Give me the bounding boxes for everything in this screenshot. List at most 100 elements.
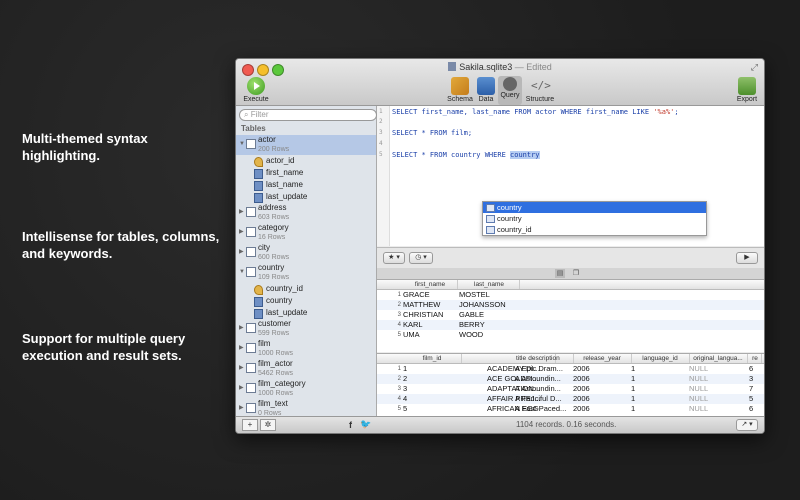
sidebar-table-item[interactable]: ▶ film_actor 5462 Rows xyxy=(236,359,376,379)
table-cell[interactable]: 3 xyxy=(749,374,761,384)
table-cell[interactable]: 1 xyxy=(631,364,689,374)
table-row[interactable]: 3 CHRISTIAN GABLE xyxy=(377,310,764,320)
schema-button[interactable]: Schema xyxy=(447,77,473,103)
table-cell[interactable]: NULL xyxy=(689,364,747,374)
disclosure-down-icon[interactable]: ▼ xyxy=(239,266,245,278)
column-header[interactable]: last_name xyxy=(459,280,520,289)
disclosure-right-icon[interactable]: ▶ xyxy=(239,362,244,374)
table-row[interactable]: 4 KARL BERRY xyxy=(377,320,764,330)
favorites-menu-button[interactable]: ★ ▾ xyxy=(383,252,405,264)
table-cell[interactable]: 5 xyxy=(403,404,461,414)
table-cell[interactable]: 2006 xyxy=(573,404,631,414)
table-cell[interactable]: 2006 xyxy=(573,364,631,374)
sql-editor[interactable]: 1 2 3 4 5 SELECT first_name, last_name F… xyxy=(377,106,764,246)
column-header[interactable]: original_langua... xyxy=(689,354,748,363)
table-cell[interactable]: MATTHEW xyxy=(403,300,457,310)
table-cell[interactable]: 1 xyxy=(631,394,689,404)
table-cell[interactable]: A Epic Dram... xyxy=(515,364,573,374)
autocomplete-item[interactable]: country xyxy=(483,213,706,224)
table-cell[interactable]: 5 xyxy=(749,394,761,404)
share-button[interactable]: ↗ ▾ xyxy=(736,419,758,431)
history-menu-button[interactable]: ◷ ▾ xyxy=(409,252,433,264)
sidebar-table-item[interactable]: ▶ address 603 Rows xyxy=(236,203,376,223)
sidebar-table-item[interactable]: ▶ film_category 1000 Rows xyxy=(236,379,376,399)
disclosure-right-icon[interactable]: ▶ xyxy=(239,322,244,334)
sidebar-column-item[interactable]: country xyxy=(236,295,376,307)
facebook-icon[interactable]: f xyxy=(349,420,352,430)
table-cell[interactable]: UMA xyxy=(403,330,457,340)
sidebar-column-item[interactable]: first_name xyxy=(236,167,376,179)
sidebar-table-item[interactable]: ▶ film 1000 Rows xyxy=(236,339,376,359)
sidebar-table-item[interactable]: ▶ customer 599 Rows xyxy=(236,319,376,339)
table-cell[interactable]: NULL xyxy=(689,374,747,384)
column-header[interactable]: description xyxy=(515,354,574,363)
table-cell[interactable]: MOSTEL xyxy=(459,290,519,300)
fullscreen-icon[interactable]: ⤢ xyxy=(751,62,758,73)
table-cell[interactable]: 1 xyxy=(631,384,689,394)
table-row[interactable]: 5 UMA WOOD xyxy=(377,330,764,340)
table-cell[interactable]: 3 xyxy=(403,384,461,394)
table-cell[interactable]: 1 xyxy=(631,404,689,414)
table-cell[interactable]: A Fanciful D... xyxy=(515,394,573,404)
disclosure-right-icon[interactable]: ▶ xyxy=(239,342,244,354)
table-cell[interactable]: GABLE xyxy=(459,310,519,320)
table-cell[interactable]: 2 xyxy=(403,374,461,384)
result-view-tab[interactable]: ▤ xyxy=(555,269,565,278)
sidebar-column-item[interactable]: last_update xyxy=(236,191,376,203)
table-cell[interactable]: 4 xyxy=(403,394,461,404)
table-cell[interactable]: 6 xyxy=(749,404,761,414)
sidebar-column-item[interactable]: last_name xyxy=(236,179,376,191)
autocomplete-item[interactable]: country xyxy=(483,202,706,213)
sidebar-table-item[interactable]: ▶ city 600 Rows xyxy=(236,243,376,263)
table-cell[interactable]: 1 xyxy=(631,374,689,384)
disclosure-right-icon[interactable]: ▶ xyxy=(239,206,244,218)
table-cell[interactable]: 6 xyxy=(749,364,761,374)
disclosure-right-icon[interactable]: ▶ xyxy=(239,402,244,414)
sidebar-table-item[interactable]: ▼ actor 200 Rows xyxy=(236,135,376,155)
run-query-button[interactable]: ▶ xyxy=(736,252,758,264)
result-split-tab[interactable]: ❐ xyxy=(571,269,581,278)
table-cell[interactable]: 2006 xyxy=(573,374,631,384)
table-cell[interactable]: KARL xyxy=(403,320,457,330)
data-button[interactable]: Data xyxy=(475,77,497,103)
table-cell[interactable]: 1 xyxy=(403,364,461,374)
disclosure-right-icon[interactable]: ▶ xyxy=(239,382,244,394)
table-row[interactable]: 3 3 ADAPTATION... A Astoundin... 2006 1 NULL 7 xyxy=(377,384,764,394)
table-cell[interactable]: JOHANSSON xyxy=(459,300,519,310)
table-cell[interactable]: A Astoundin... xyxy=(515,384,573,394)
execute-button[interactable]: Execute xyxy=(241,77,271,103)
table-row[interactable]: 2 MATTHEW JOHANSSON xyxy=(377,300,764,310)
export-button[interactable]: Export xyxy=(734,77,760,103)
column-header[interactable]: first_name xyxy=(403,280,458,289)
filter-input[interactable]: ⌕ Filter xyxy=(239,109,377,121)
table-cell[interactable]: NULL xyxy=(689,404,747,414)
column-header[interactable]: language_id xyxy=(631,354,690,363)
disclosure-right-icon[interactable]: ▶ xyxy=(239,226,244,238)
column-header[interactable]: film_id xyxy=(403,354,462,363)
disclosure-down-icon[interactable]: ▼ xyxy=(239,138,245,150)
table-row[interactable]: 1 GRACE MOSTEL xyxy=(377,290,764,300)
table-cell[interactable]: 2006 xyxy=(573,394,631,404)
table-row[interactable]: 5 5 AFRICAN EGG A Fast-Paced... 2006 1 NULL 6 xyxy=(377,404,764,414)
table-row[interactable]: 4 4 AFFAIR PREJ... A Fanciful D... 2006 1 NULL… xyxy=(377,394,764,404)
twitter-icon[interactable]: 🐦 xyxy=(360,419,371,430)
table-cell[interactable]: 2006 xyxy=(573,384,631,394)
sidebar-column-item[interactable]: country_id xyxy=(236,283,376,295)
sidebar-table-item[interactable]: ▶ category 16 Rows xyxy=(236,223,376,243)
table-cell[interactable]: NULL xyxy=(689,394,747,404)
table-cell[interactable]: A Astoundin... xyxy=(515,374,573,384)
gear-button[interactable]: ✲ xyxy=(260,419,276,431)
sidebar-column-item[interactable]: actor_id xyxy=(236,155,376,167)
column-header[interactable]: re xyxy=(749,354,762,363)
table-cell[interactable]: GRACE xyxy=(403,290,457,300)
structure-button[interactable]: </> Structure xyxy=(523,77,557,103)
disclosure-right-icon[interactable]: ▶ xyxy=(239,246,244,258)
table-cell[interactable]: 7 xyxy=(749,384,761,394)
table-cell[interactable]: WOOD xyxy=(459,330,519,340)
query-button[interactable]: Query xyxy=(498,76,522,105)
table-cell[interactable]: NULL xyxy=(689,384,747,394)
column-header[interactable]: release_year xyxy=(573,354,632,363)
table-cell[interactable]: A Fast-Paced... xyxy=(515,404,573,414)
autocomplete-item[interactable]: country_id xyxy=(483,224,706,235)
sidebar-column-item[interactable]: last_update xyxy=(236,307,376,319)
